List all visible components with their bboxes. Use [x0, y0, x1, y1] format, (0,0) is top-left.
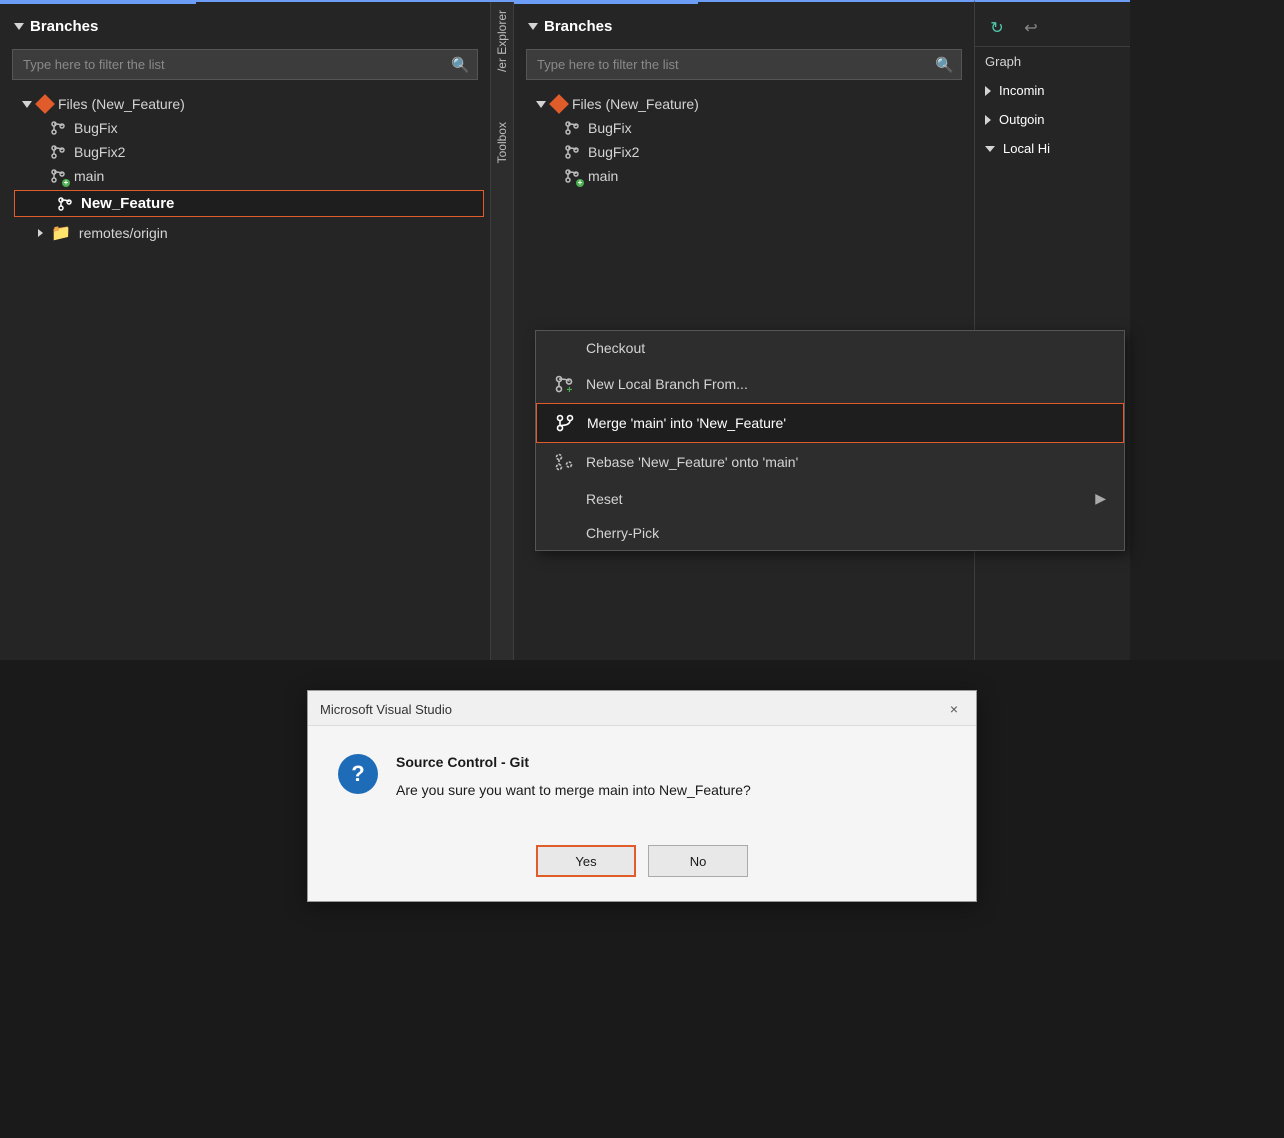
far-right-toolbar: ↻ ↩ [975, 10, 1130, 47]
right-search-icon: 🔍 [935, 56, 954, 74]
left-bugfix-label: BugFix [74, 120, 118, 136]
left-panel-title: Branches [0, 10, 490, 45]
right-files-label: Files (New_Feature) [572, 96, 699, 112]
right-filter-input[interactable] [526, 49, 962, 80]
dialog-buttons: Yes No [308, 825, 976, 901]
incoming-section[interactable]: Incomin [975, 76, 1130, 105]
dialog-title: Microsoft Visual Studio [320, 702, 452, 717]
right-main-plus-badge: + [576, 179, 584, 187]
left-tree: Files (New_Feature) BugFix [0, 92, 490, 247]
dialog-box: Microsoft Visual Studio × ? Source Contr… [307, 690, 977, 902]
dialog-content: Source Control - Git Are you sure you wa… [396, 754, 946, 801]
main-plus-badge: + [62, 179, 70, 187]
ctx-merge-label: Merge 'main' into 'New_Feature' [587, 415, 786, 431]
right-panel-title: Branches [514, 10, 974, 45]
dialog-overlay: Microsoft Visual Studio × ? Source Contr… [0, 660, 1284, 1138]
left-filter-wrap: 🔍 [12, 49, 478, 80]
dialog-close-button[interactable]: × [944, 699, 964, 719]
right-main-icon-wrap: + [564, 168, 580, 184]
ctx-reset[interactable]: Reset ▶ [536, 481, 1124, 516]
dialog-icon-row: ? Source Control - Git Are you sure you … [338, 754, 946, 801]
question-icon: ? [338, 754, 378, 794]
dialog-titlebar: Microsoft Visual Studio × [308, 691, 976, 726]
branch-icon [50, 144, 66, 160]
ctx-merge[interactable]: Merge 'main' into 'New_Feature' [536, 403, 1124, 443]
svg-text:+: + [567, 385, 573, 394]
left-branch-bugfix2[interactable]: BugFix2 [8, 140, 490, 164]
outgoing-arrow-icon [985, 115, 991, 125]
new-feature-branch-icon [57, 196, 73, 212]
files-collapse-icon [22, 101, 32, 108]
back-button[interactable]: ↩ [1017, 14, 1045, 42]
right-tree: Files (New_Feature) BugFix [514, 92, 974, 188]
left-branch-bugfix[interactable]: BugFix [8, 116, 490, 140]
right-files-collapse-icon [536, 101, 546, 108]
outgoing-label: Outgoin [999, 112, 1045, 127]
ctx-rebase[interactable]: Rebase 'New_Feature' onto 'main' [536, 443, 1124, 481]
ctx-reset-label: Reset [586, 491, 623, 507]
ctx-cherry-pick-label: Cherry-Pick [586, 525, 659, 541]
left-files-header[interactable]: Files (New_Feature) [8, 92, 490, 116]
ctx-checkout-label: Checkout [586, 340, 645, 356]
ctx-new-branch-label: New Local Branch From... [586, 376, 748, 392]
incoming-arrow-icon [985, 86, 991, 96]
remote-folder-icon: 📁 [51, 223, 71, 243]
right-panel-title-text: Branches [544, 18, 612, 35]
left-filter-input[interactable] [12, 49, 478, 80]
ctx-checkout[interactable]: Checkout [536, 331, 1124, 365]
right-bugfix2-label: BugFix2 [588, 144, 639, 160]
ctx-merge-icon [555, 413, 575, 433]
right-branch-main[interactable]: + main [522, 164, 974, 188]
explorer-tab-label[interactable]: /er Explorer [495, 10, 509, 72]
left-branch-new-feature-selected[interactable]: New_Feature [14, 190, 484, 217]
refresh-button[interactable]: ↻ [983, 14, 1011, 42]
incoming-label: Incomin [999, 83, 1045, 98]
files-diamond-icon [35, 94, 55, 114]
local-history-label: Local Hi [1003, 141, 1050, 156]
left-search-icon: 🔍 [451, 56, 470, 74]
right-collapse-icon[interactable] [528, 23, 538, 30]
toolbox-tab-label[interactable]: Toolbox [495, 122, 509, 163]
right-filter-wrap: 🔍 [526, 49, 962, 80]
ctx-reset-arrow-icon: ▶ [1095, 490, 1106, 507]
ctx-cherry-pick[interactable]: Cherry-Pick [536, 516, 1124, 550]
graph-label-item[interactable]: Graph [975, 47, 1130, 76]
dialog-message: Are you sure you want to merge main into… [396, 780, 946, 801]
dialog-body: ? Source Control - Git Are you sure you … [308, 726, 976, 825]
ctx-rebase-icon [554, 452, 574, 472]
left-branch-main[interactable]: + main [8, 164, 490, 188]
yes-button[interactable]: Yes [536, 845, 636, 877]
left-remotes-origin[interactable]: 📁 remotes/origin [8, 219, 490, 247]
right-main-label: main [588, 168, 618, 184]
right-branch-bugfix[interactable]: BugFix [522, 116, 974, 140]
right-bugfix2-branch-icon [564, 144, 580, 160]
left-main-label: main [74, 168, 104, 184]
side-tab-panel: /er Explorer Toolbox [490, 0, 514, 660]
collapse-triangle-icon[interactable] [14, 23, 24, 30]
context-menu: Checkout + New Local Branch From... Merg… [535, 330, 1125, 551]
outgoing-section[interactable]: Outgoin [975, 105, 1130, 134]
right-bugfix-branch-icon [564, 120, 580, 136]
left-files-label: Files (New_Feature) [58, 96, 185, 112]
left-panel-title-text: Branches [30, 18, 98, 35]
right-branch-bugfix2[interactable]: BugFix2 [522, 140, 974, 164]
left-new-feature-label: New_Feature [81, 195, 174, 212]
left-remotes-label: remotes/origin [79, 225, 168, 241]
dialog-heading: Source Control - Git [396, 754, 946, 770]
ctx-rebase-label: Rebase 'New_Feature' onto 'main' [586, 454, 798, 470]
ctx-new-branch-icon: + [554, 374, 574, 394]
branch-icon [50, 120, 66, 136]
graph-label: Graph [985, 54, 1021, 69]
remote-collapse-icon [38, 229, 43, 237]
ctx-new-branch[interactable]: + New Local Branch From... [536, 365, 1124, 403]
right-files-header[interactable]: Files (New_Feature) [522, 92, 974, 116]
left-bugfix2-label: BugFix2 [74, 144, 125, 160]
right-bugfix-label: BugFix [588, 120, 632, 136]
left-branches-panel: Branches 🔍 Files (New_Feature) [0, 0, 490, 660]
no-button[interactable]: No [648, 845, 748, 877]
main-branch-icon-wrap: + [50, 168, 66, 184]
local-history-arrow-icon [985, 146, 995, 152]
local-history-section[interactable]: Local Hi [975, 134, 1130, 163]
right-files-diamond-icon [549, 94, 569, 114]
